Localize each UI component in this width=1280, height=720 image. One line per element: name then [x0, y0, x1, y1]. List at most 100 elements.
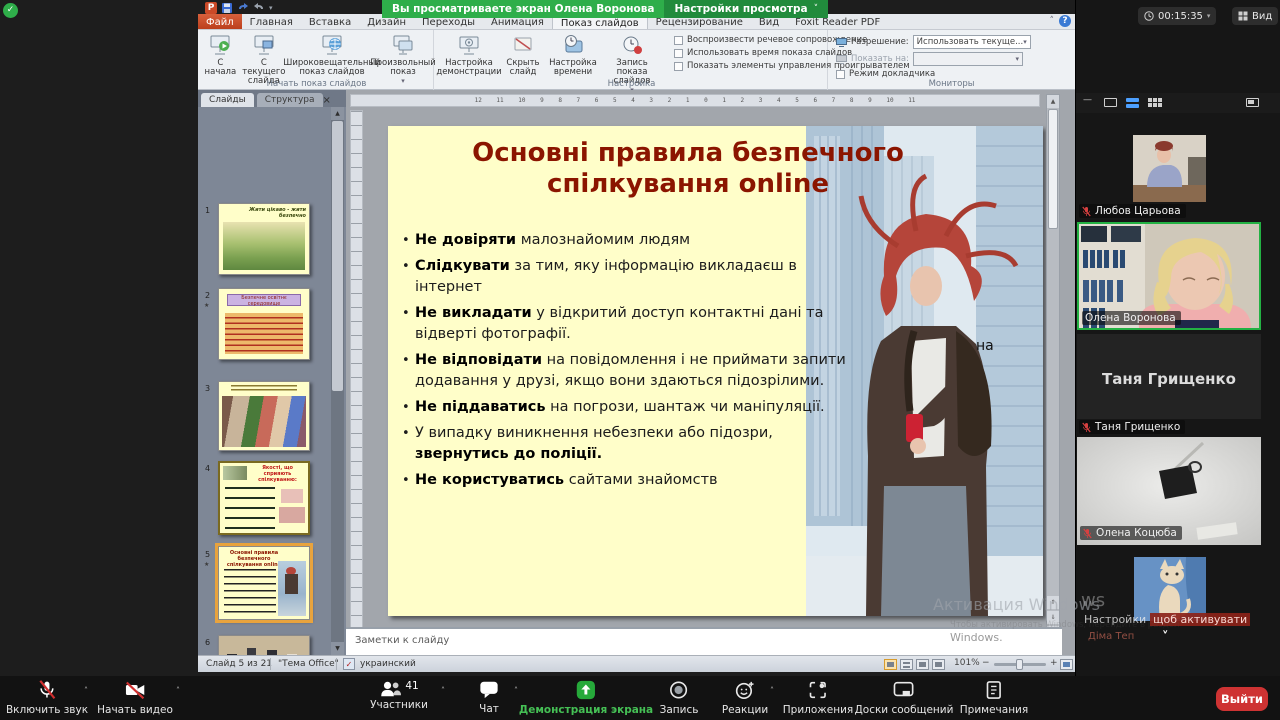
view-options-label: Настройки просмотра: [674, 0, 807, 18]
participant-name-label: Олена Коцюба: [1080, 526, 1182, 540]
checkbox-use-timings[interactable]: Использовать время показа слайдов: [674, 48, 826, 58]
reactions-chevron-icon[interactable]: ˄: [770, 686, 774, 695]
video-options-chevron-icon[interactable]: ˄: [176, 686, 180, 695]
broadcast-slideshow-button[interactable]: Широковещательный показ слайдов: [289, 32, 375, 78]
participants-chevron-icon[interactable]: ˄: [441, 686, 445, 695]
panel-scrollbar[interactable]: ▲ ▼: [331, 107, 344, 655]
muted-mic-icon: [1082, 206, 1091, 217]
share-screen-label: Демонстрация экрана: [519, 704, 653, 716]
scroll-down-icon[interactable]: ▼: [331, 642, 344, 655]
fit-to-window-icon[interactable]: [1060, 659, 1073, 670]
checkbox-show-media-controls[interactable]: Показать элементы управления проигрывате…: [674, 61, 826, 71]
powerpoint-logo-icon: P: [205, 2, 217, 14]
video-tile-olena-kotsyuba[interactable]: Олена Коцюба: [1077, 437, 1261, 545]
rehearse-timings-button[interactable]: Настройка времени: [546, 32, 600, 78]
slide-thumbnail-6[interactable]: [218, 635, 310, 655]
chat-label: Чат: [478, 703, 500, 715]
meeting-timer[interactable]: 00:15:35 ▾: [1138, 7, 1216, 25]
presenter-mode-row[interactable]: Режим докладчика: [836, 69, 1031, 79]
thumb-photo-3: [279, 507, 305, 523]
qat-dropdown-icon[interactable]: ▾: [269, 4, 273, 12]
stray-text-box[interactable]: на: [976, 338, 994, 354]
show-on-dropdown: ▾: [913, 52, 1023, 66]
tab-file[interactable]: Файл: [198, 14, 242, 29]
thumb-text-lines: [224, 569, 276, 615]
grid-icon: [1238, 11, 1248, 21]
video-tile-tanya-novideo[interactable]: Таня Грищенко: [1077, 334, 1261, 419]
reactions-button[interactable]: Реакции: [722, 680, 768, 716]
normal-view-button[interactable]: [884, 659, 897, 670]
editor-scrollbar[interactable]: ▲ ⇑ ⇓ ▼: [1046, 94, 1060, 640]
checkbox-play-narration[interactable]: Воспроизвести речевое сопровождение: [674, 35, 826, 45]
stacked-view-icon-active[interactable]: [1126, 98, 1139, 108]
apps-button[interactable]: Приложения: [783, 680, 853, 716]
slide-thumbnail-2[interactable]: Безпечне освітнє середовище: [218, 288, 310, 360]
language-indicator[interactable]: украинский: [360, 659, 416, 669]
close-panel-icon[interactable]: ×: [323, 95, 331, 107]
cat-avatar: [1134, 557, 1206, 621]
view-button[interactable]: Вид: [1232, 7, 1278, 25]
spellcheck-icon[interactable]: ✓: [343, 658, 355, 670]
reading-view-button[interactable]: [916, 659, 929, 670]
participants-button[interactable]: 41 Участники: [370, 680, 428, 711]
tab-outline[interactable]: Структура: [257, 93, 323, 107]
audio-options-chevron-icon[interactable]: ˄: [84, 686, 88, 695]
slide-counter: Слайд 5 из 21: [206, 659, 272, 669]
tab-home[interactable]: Главная: [242, 14, 301, 29]
thumb-text-lines: [231, 385, 297, 393]
slide-thumbnail-5-current[interactable]: Основні правила безпечного спілкування o…: [218, 546, 310, 620]
undo-icon[interactable]: [237, 2, 249, 14]
unmute-button[interactable]: Включить звук: [6, 680, 88, 716]
scrollbar-thumb[interactable]: [332, 121, 343, 391]
zoom-slider-thumb[interactable]: [1016, 659, 1023, 670]
whiteboards-button[interactable]: Доски сообщений: [855, 680, 954, 716]
participant-name-label: Любов Царьова: [1079, 204, 1186, 218]
start-video-button[interactable]: Начать видео: [97, 680, 173, 716]
slide-thumbnail-3[interactable]: [218, 381, 310, 451]
slide-canvas[interactable]: Основні правила безпечного спілкування o…: [388, 126, 1043, 616]
minimize-panel-icon[interactable]: —: [1083, 95, 1092, 105]
collapse-ribbon-icon[interactable]: ˄: [1050, 16, 1055, 26]
notes-button[interactable]: Примечания: [960, 680, 1028, 716]
save-icon[interactable]: [221, 2, 233, 14]
resolution-dropdown[interactable]: Использовать текуще...▾: [913, 35, 1031, 49]
slideshow-view-button[interactable]: [932, 659, 945, 670]
slide-thumbnail-4[interactable]: Якості, що сприяють спілкуванню:: [218, 461, 310, 535]
redo-icon[interactable]: [253, 2, 265, 14]
from-beginning-button[interactable]: С начала: [202, 32, 239, 78]
record-button[interactable]: Запись: [660, 680, 699, 716]
chat-button[interactable]: Чат: [478, 680, 500, 715]
slide-sorter-view-button[interactable]: [900, 659, 913, 670]
checkbox-icon: [674, 49, 683, 58]
view-options-button[interactable]: Настройки просмотра ˅: [664, 0, 828, 18]
slide-thumbnail-1[interactable]: Жити цікаво - жити безпечно: [218, 203, 310, 275]
video-tile-lyubov[interactable]: [1133, 135, 1206, 202]
zoom-out-icon[interactable]: −: [982, 658, 990, 668]
leave-meeting-button[interactable]: Выйти: [1216, 687, 1268, 711]
share-screen-button-active[interactable]: Демонстрация экрана: [519, 680, 653, 716]
video-tile-olena-voronova-active[interactable]: Олена Воронова: [1077, 222, 1261, 330]
hide-slide-button[interactable]: Скрыть слайд: [500, 32, 546, 78]
single-view-icon[interactable]: [1104, 98, 1117, 107]
from-beginning-label: С начала: [204, 59, 237, 77]
scrollbar-thumb[interactable]: [1048, 109, 1058, 229]
scroll-up-icon[interactable]: ▲: [331, 107, 344, 120]
slide-title[interactable]: Основні правила безпечного спілкування o…: [418, 138, 958, 200]
tab-insert[interactable]: Вставка: [301, 14, 359, 29]
notes-label: Примечания: [960, 704, 1028, 716]
tab-slides-thumbnails[interactable]: Слайды: [201, 93, 254, 107]
video-tile-dima-avatar[interactable]: [1134, 557, 1206, 621]
slide-bullet-list[interactable]: Не довіряти малознайомим людям Слідкуват…: [400, 230, 852, 496]
thumb-title: Основні правила безпечного спілкування o…: [225, 550, 283, 568]
help-icon[interactable]: ?: [1059, 15, 1071, 27]
setup-slideshow-button[interactable]: Настройка демонстрации: [438, 32, 500, 78]
thumb-photo: [222, 396, 306, 447]
zoom-in-icon[interactable]: +: [1050, 658, 1058, 668]
start-video-label: Начать видео: [97, 704, 173, 716]
popout-panel-icon[interactable]: [1246, 98, 1259, 107]
gallery-view-icon[interactable]: [1148, 98, 1162, 107]
thumb-photo: [223, 222, 305, 270]
scroll-up-icon[interactable]: ▲: [1047, 95, 1059, 108]
collapse-videos-chevron-icon[interactable]: ˅: [1162, 630, 1169, 645]
chat-chevron-icon[interactable]: ˄: [514, 686, 518, 695]
